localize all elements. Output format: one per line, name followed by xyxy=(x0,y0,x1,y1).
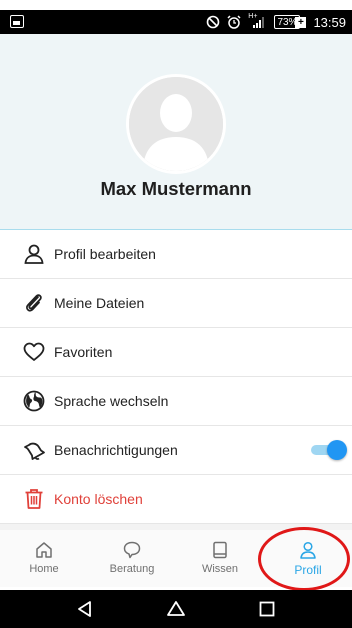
user-name: Max Mustermann xyxy=(100,178,252,199)
back-icon[interactable] xyxy=(75,599,95,619)
tab-label: Home xyxy=(29,563,59,575)
chat-icon xyxy=(123,541,141,559)
home-nav-icon[interactable] xyxy=(166,599,186,619)
recents-icon[interactable] xyxy=(257,599,277,619)
alarm-icon xyxy=(227,15,241,29)
tab-home[interactable]: Home xyxy=(0,530,88,587)
menu-item-label: Profil bearbeiten xyxy=(54,246,156,262)
menu-item-favorites[interactable]: Favoriten xyxy=(0,328,352,377)
menu-item-change-language[interactable]: Sprache wechseln xyxy=(0,377,352,426)
bottom-nav: Home Beratung Wissen Profil xyxy=(0,530,352,587)
profile-icon xyxy=(300,541,316,559)
no-disturb-icon xyxy=(206,15,220,29)
default-avatar-icon[interactable] xyxy=(126,74,226,174)
globe-icon xyxy=(22,389,46,413)
menu-item-label: Meine Dateien xyxy=(54,295,145,311)
trash-icon xyxy=(22,487,46,511)
home-icon xyxy=(36,542,52,558)
tab-label: Profil xyxy=(294,563,322,577)
clock: 13:59 xyxy=(313,14,346,30)
menu-item-notifications[interactable]: Benachrichtigungen xyxy=(0,426,352,475)
menu-item-my-files[interactable]: Meine Dateien xyxy=(0,279,352,328)
user-icon xyxy=(22,242,46,266)
bell-icon xyxy=(22,438,46,462)
menu-item-label: Konto löschen xyxy=(54,491,143,507)
menu-item-label: Favoriten xyxy=(54,344,113,360)
profile-header: Max Mustermann xyxy=(0,34,352,230)
charging-icon: + xyxy=(295,16,307,28)
notifications-toggle[interactable] xyxy=(311,440,347,460)
hplus-icon: H+ xyxy=(248,12,258,20)
tab-profil[interactable]: Profil xyxy=(264,530,352,587)
menu-item-label: Benachrichtigungen xyxy=(54,442,178,458)
profile-menu: Profil bearbeiten Meine Dateien Favorite… xyxy=(0,230,352,524)
tab-beratung[interactable]: Beratung xyxy=(88,530,176,587)
tab-label: Beratung xyxy=(109,563,155,575)
image-icon xyxy=(10,15,24,28)
paperclip-icon xyxy=(22,291,46,315)
menu-item-edit-profile[interactable]: Profil bearbeiten xyxy=(0,230,352,279)
tab-label: Wissen xyxy=(201,563,239,575)
menu-item-delete-account[interactable]: Konto löschen xyxy=(0,475,352,524)
book-icon xyxy=(213,541,227,559)
heart-icon xyxy=(22,340,46,364)
status-bar: H+ 73% + 13:59 xyxy=(0,10,352,34)
system-nav-bar xyxy=(0,590,352,628)
tab-wissen[interactable]: Wissen xyxy=(176,530,264,587)
menu-item-label: Sprache wechseln xyxy=(54,393,169,409)
